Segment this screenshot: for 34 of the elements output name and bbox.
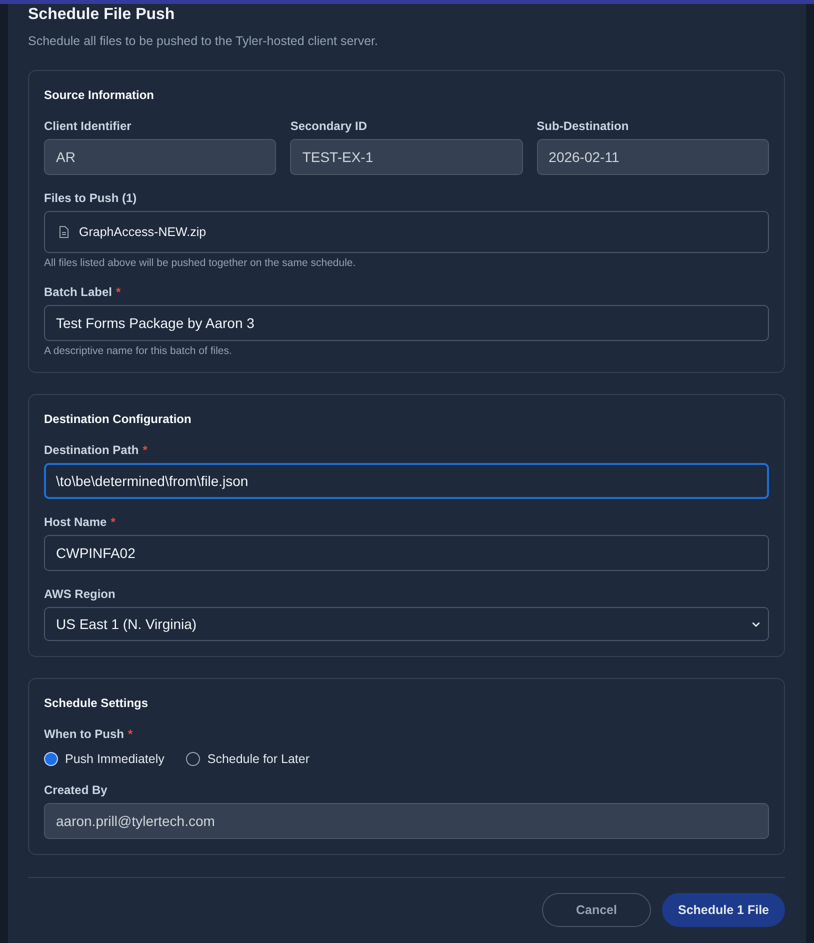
file-icon <box>59 226 69 238</box>
required-mark: * <box>116 284 121 300</box>
field-label: Client Identifier <box>44 118 132 134</box>
radio-label[interactable]: Schedule for Later <box>207 751 310 767</box>
text-field[interactable]: CWPINFA02 <box>44 535 769 571</box>
field-label: Secondary ID <box>290 118 368 134</box>
cancel-button[interactable]: Cancel <box>542 893 651 927</box>
required-mark: * <box>110 514 116 530</box>
field-label: Host Name <box>44 514 107 530</box>
section-heading: Schedule Settings <box>44 695 150 712</box>
required-mark: * <box>142 442 148 458</box>
field-label: Sub-Destination <box>536 118 629 134</box>
region-select[interactable]: US East 1 (N. Virginia) <box>44 607 769 641</box>
section-heading: Source Information <box>44 87 156 104</box>
text-field[interactable]: \to\be\determined\from\file.json <box>44 463 769 499</box>
dialog-subtitle: Schedule all files to be pushed to the Tyler-hosted client server. <box>28 33 379 49</box>
file-name: GraphAccess-NEW.zip <box>79 225 206 239</box>
text-field[interactable]: Test Forms Package by Aaron 3 <box>44 305 769 341</box>
chevron-down-icon <box>752 622 760 626</box>
field-label: Files to Push (1) <box>44 190 137 206</box>
radio-label[interactable]: Push Immediately <box>65 751 164 767</box>
field-label: Destination Path <box>44 442 139 458</box>
field-label: AWS Region <box>44 586 116 602</box>
radio-button[interactable] <box>44 752 58 766</box>
field-label: Batch Label <box>44 284 112 300</box>
field-label: When to Push <box>44 726 124 742</box>
radio-button[interactable] <box>186 752 200 766</box>
dialog-title: Schedule File Push <box>28 5 176 25</box>
schedule-button[interactable]: Schedule 1 File <box>662 893 785 927</box>
field-label: Created By <box>44 782 108 798</box>
section-heading: Destination Configuration <box>44 411 192 428</box>
field-hint: All files listed above will be pushed together on the same schedule. <box>44 257 357 269</box>
field-hint: A descriptive name for this batch of files. <box>44 345 233 357</box>
required-mark: * <box>128 726 133 742</box>
